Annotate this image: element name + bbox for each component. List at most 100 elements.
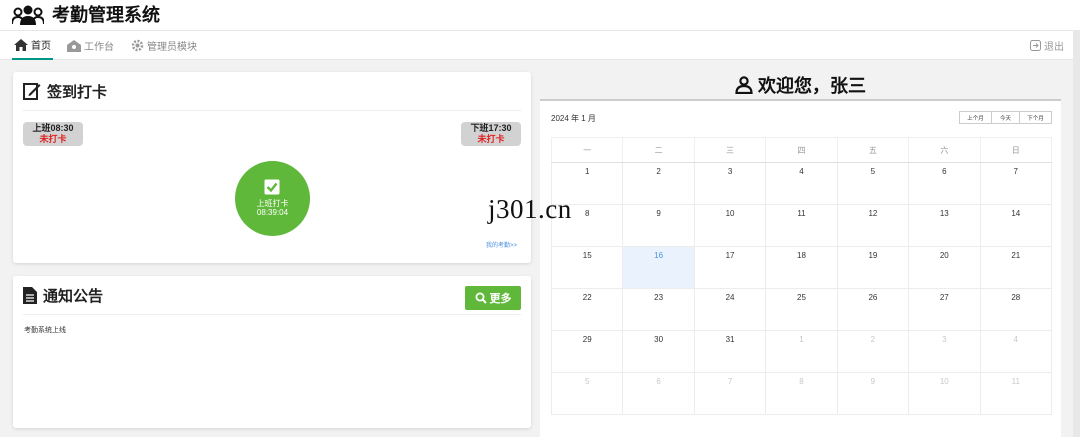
calendar-grid: 一二三四五六日 1 2 3 4 5 6 7 8 9 10 11 12 13 14 15 16 17 18 19 20 2… [550, 137, 1053, 415]
nav-item-admin[interactable]: 管理员模块 [131, 31, 197, 60]
punch-time: 08:39:04 [256, 208, 289, 217]
edit-note-icon [23, 83, 41, 100]
checkin-card: 签到打卡 上班08:30 未打卡 下班17:30 未打卡 上班打卡 08:39:… [13, 72, 531, 263]
calendar-day[interactable]: 25 [765, 288, 838, 331]
nav-item-workbench[interactable]: 工作台 [67, 31, 114, 60]
calendar-day[interactable]: 22 [550, 288, 624, 331]
calendar-day[interactable]: 15 [550, 246, 624, 289]
nav-item-label: 首页 [31, 41, 51, 52]
calendar-week-row: 1234567 [550, 162, 1053, 205]
calendar-day[interactable]: 19 [836, 246, 910, 289]
punch-in-button[interactable]: 上班打卡 08:39:04 [235, 161, 310, 236]
notice-title: 通知公告 [43, 287, 104, 305]
calendar-title: 2024 年 1 月 [551, 114, 596, 123]
calendar-day[interactable]: 14 [979, 204, 1053, 247]
calendar-day[interactable]: 6 [622, 372, 695, 415]
off-duty-badge: 下班17:30 未打卡 [461, 122, 521, 146]
more-button[interactable]: 更多 [465, 286, 521, 310]
on-duty-time: 上班08:30 [32, 123, 74, 133]
calendar-day[interactable]: 6 [908, 162, 981, 205]
calendar-day[interactable]: 13 [908, 204, 981, 247]
calendar-day[interactable]: 23 [622, 288, 695, 331]
calendar-day[interactable]: 24 [693, 288, 767, 331]
notice-card: 通知公告 更多 考勤系统上线 [13, 276, 531, 428]
gear-icon [131, 39, 144, 52]
weekday-header: 一 [550, 137, 624, 163]
logout-icon [1030, 40, 1041, 51]
calendar-day[interactable]: 3 [693, 162, 767, 205]
users-logo-icon [12, 5, 44, 25]
logout-button[interactable]: 退出 [1030, 31, 1064, 60]
nav-item-label: 工作台 [84, 42, 114, 53]
checkin-card-header: 签到打卡 [23, 72, 521, 111]
notice-item[interactable]: 考勤系统上线 [24, 325, 66, 335]
today-button[interactable]: 今天 [991, 111, 1020, 124]
calendar-day[interactable]: 2 [622, 162, 695, 205]
calendar-day[interactable]: 27 [908, 288, 981, 331]
main-nav: 首页 工作台 管理员模块 退出 [0, 30, 1080, 60]
calendar-day[interactable]: 20 [908, 246, 981, 289]
calendar-day[interactable]: 5 [836, 162, 910, 205]
calendar-day[interactable]: 9 [622, 204, 695, 247]
my-attendance-link[interactable]: 我的考勤>> [486, 240, 517, 249]
welcome-heading: 欢迎您，张三 [540, 70, 1061, 100]
home-icon [14, 38, 28, 51]
punch-label: 上班打卡 [256, 199, 289, 208]
nav-item-home[interactable]: 首页 [12, 31, 53, 60]
prev-month-button[interactable]: 上个月 [959, 111, 992, 124]
calendar-day[interactable]: 5 [550, 372, 624, 415]
calendar-week-row: 22 23 24 25 26 27 28 [550, 288, 1053, 331]
calendar-day[interactable]: 7 [693, 372, 767, 415]
calendar-day[interactable]: 18 [765, 246, 838, 289]
weekday-header: 日 [979, 137, 1053, 163]
calendar-day[interactable]: 8 [765, 372, 838, 415]
calendar-week-row: 29 30 31 1 2 3 4 [550, 330, 1053, 373]
calendar-day[interactable]: 7 [979, 162, 1053, 205]
calendar-day[interactable]: 29 [550, 330, 624, 373]
calendar-controls: 上个月 今天 下个月 [959, 111, 1052, 124]
calendar-day[interactable]: 4 [765, 162, 838, 205]
logout-label: 退出 [1044, 42, 1064, 53]
calendar-week-row: 5 6 7 8 9 10 11 [550, 372, 1053, 415]
calendar-day[interactable]: 17 [693, 246, 767, 289]
calendar-day[interactable]: 11 [979, 372, 1053, 415]
off-duty-status: 未打卡 [477, 134, 505, 144]
calendar-day[interactable]: 28 [979, 288, 1053, 331]
calendar-day[interactable]: 10 [693, 204, 767, 247]
top-header: 考勤管理系统 [0, 0, 1080, 30]
weekday-header: 四 [765, 137, 838, 163]
on-duty-status: 未打卡 [39, 134, 67, 144]
calendar-week-row: 8 9 10 11 12 13 14 [550, 204, 1053, 247]
calendar-day[interactable]: 9 [836, 372, 910, 415]
off-duty-time: 下班17:30 [470, 123, 512, 133]
nav-item-label: 管理员模块 [147, 42, 197, 53]
weekday-header: 二 [622, 137, 695, 163]
next-month-button[interactable]: 下个月 [1019, 111, 1052, 124]
calendar-day[interactable]: 11 [765, 204, 838, 247]
calendar-day[interactable]: 4 [979, 330, 1053, 373]
calendar-day[interactable]: 10 [908, 372, 981, 415]
weekday-header: 六 [908, 137, 981, 163]
calendar-day[interactable]: 1 [765, 330, 838, 373]
weekday-header: 五 [836, 137, 910, 163]
notice-card-header: 通知公告 [23, 276, 521, 315]
calendar-day[interactable]: 31 [693, 330, 767, 373]
checkin-title: 签到打卡 [47, 83, 108, 101]
calendar-day-today[interactable]: 16 [622, 246, 695, 289]
search-icon [475, 292, 487, 304]
calendar-day[interactable]: 30 [622, 330, 695, 373]
more-label: 更多 [489, 293, 512, 305]
on-duty-badge: 上班08:30 未打卡 [23, 122, 83, 146]
page-scroll-gutter [1073, 30, 1080, 437]
calendar-week-row: 15 16 17 18 19 20 21 [550, 246, 1053, 289]
weekday-header: 三 [693, 137, 767, 163]
calendar-day[interactable]: 2 [836, 330, 910, 373]
welcome-text: 欢迎您，张三 [758, 76, 866, 96]
workbench-icon [67, 39, 81, 52]
calendar-day[interactable]: 21 [979, 246, 1053, 289]
calendar-day[interactable]: 26 [836, 288, 910, 331]
document-icon [23, 286, 37, 304]
checkbox-icon [264, 179, 280, 195]
calendar-day[interactable]: 12 [836, 204, 910, 247]
calendar-day[interactable]: 3 [908, 330, 981, 373]
